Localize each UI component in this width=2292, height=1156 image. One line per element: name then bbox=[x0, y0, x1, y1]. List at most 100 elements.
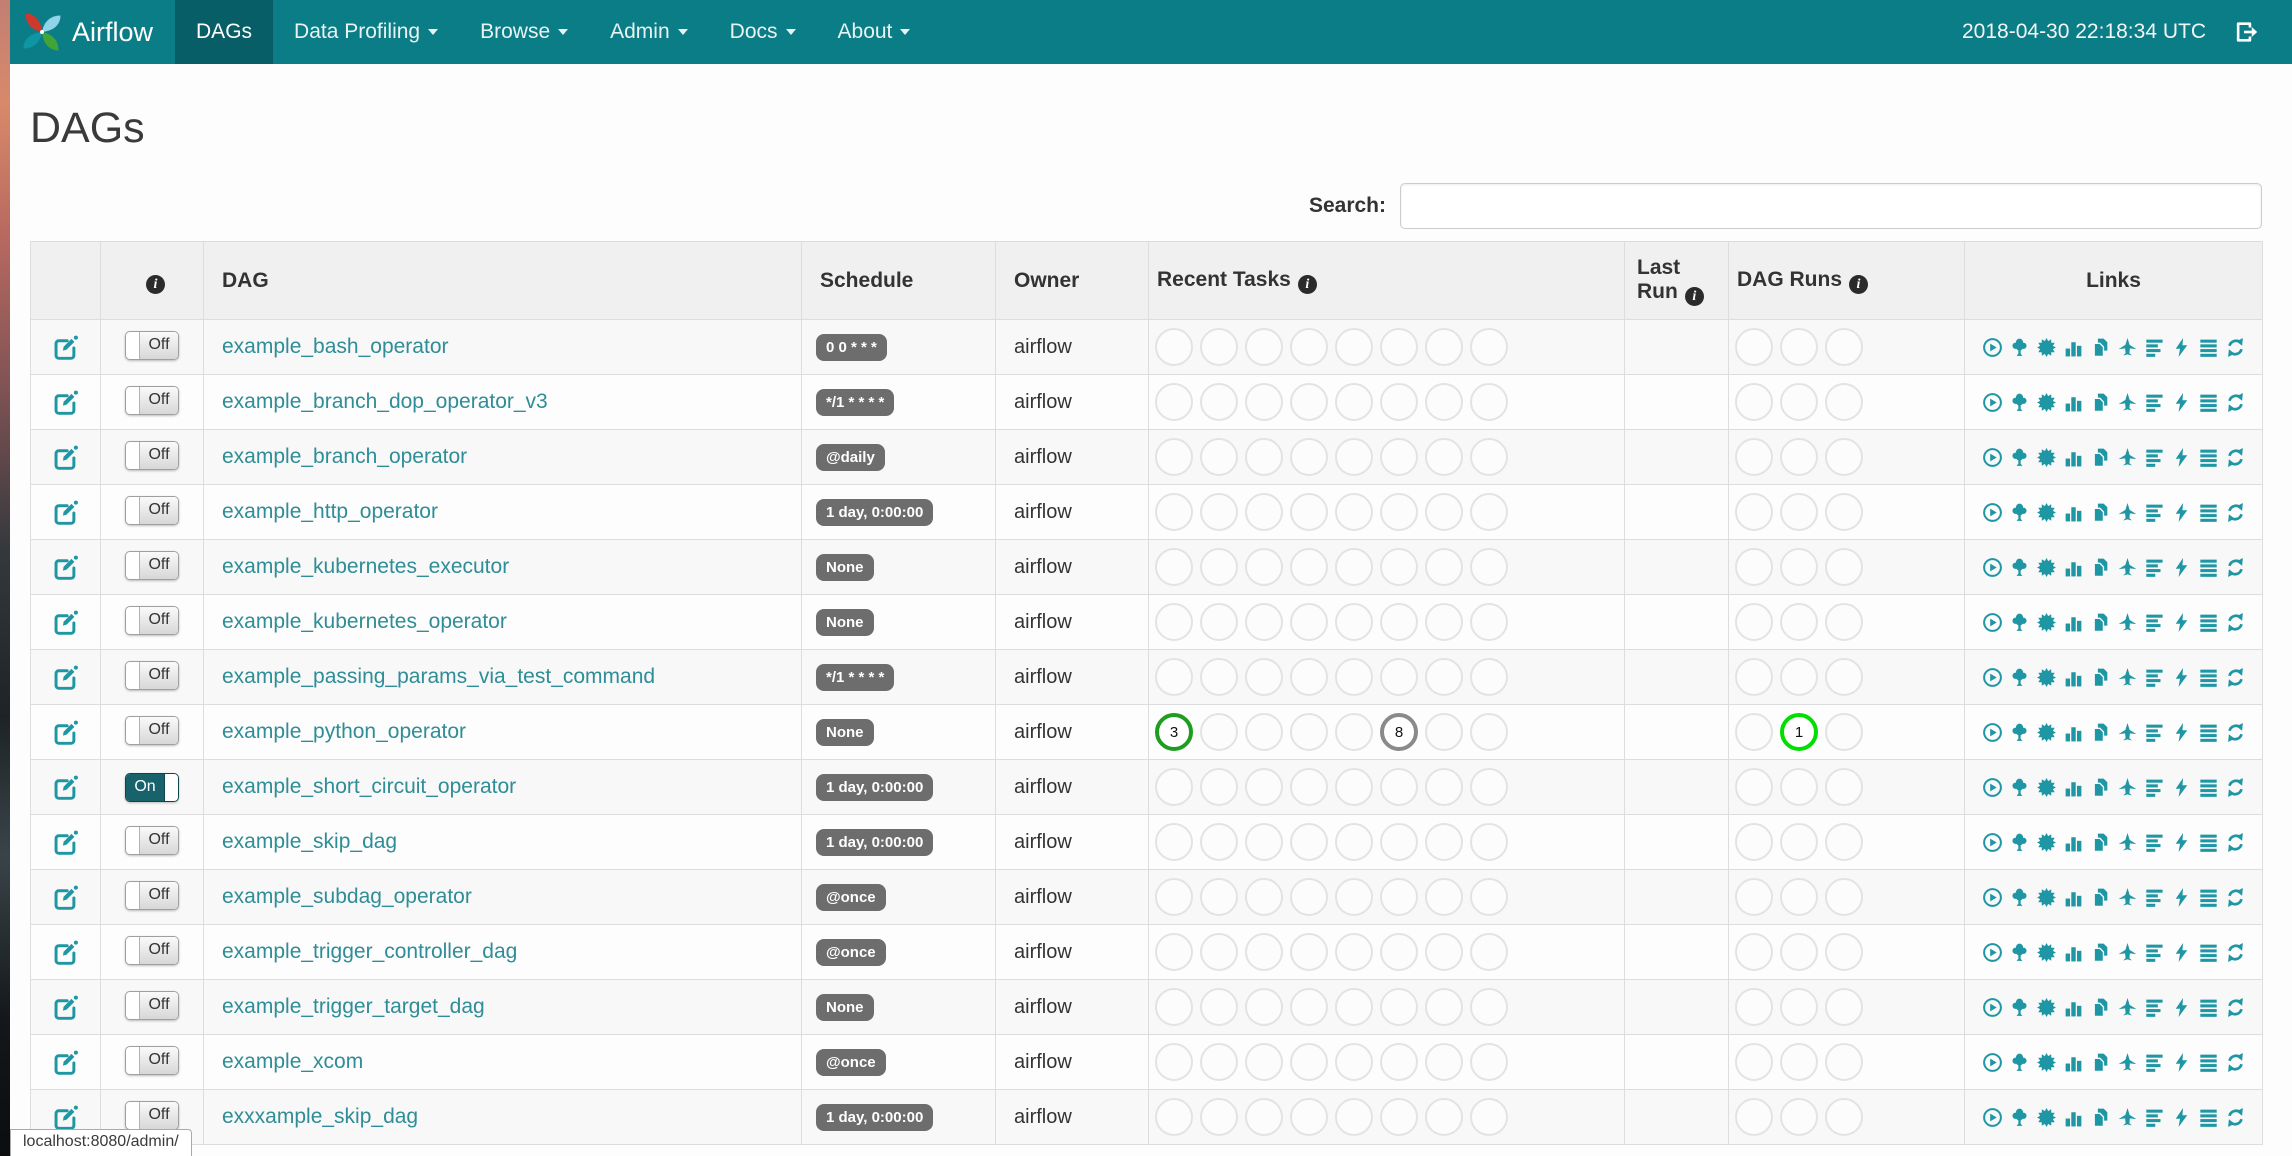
refresh-icon[interactable] bbox=[2225, 447, 2246, 468]
dag-link[interactable]: example_kubernetes_operator bbox=[222, 610, 507, 633]
bar-chart-icon[interactable] bbox=[2063, 997, 2084, 1018]
plane-icon[interactable] bbox=[2117, 612, 2138, 633]
align-justify-icon[interactable] bbox=[2198, 557, 2219, 578]
edit-dag-icon[interactable] bbox=[52, 609, 79, 636]
tree-icon[interactable] bbox=[2009, 777, 2030, 798]
bar-chart-icon[interactable] bbox=[2063, 887, 2084, 908]
refresh-icon[interactable] bbox=[2225, 667, 2246, 688]
refresh-icon[interactable] bbox=[2225, 997, 2246, 1018]
dag-link[interactable]: example_passing_params_via_test_command bbox=[222, 665, 655, 688]
align-justify-icon[interactable] bbox=[2198, 612, 2219, 633]
sunburst-icon[interactable] bbox=[2036, 392, 2057, 413]
sunburst-icon[interactable] bbox=[2036, 997, 2057, 1018]
align-justify-icon[interactable] bbox=[2198, 392, 2219, 413]
dag-link[interactable]: example_kubernetes_executor bbox=[222, 555, 509, 578]
refresh-icon[interactable] bbox=[2225, 1052, 2246, 1073]
play-circle-icon[interactable] bbox=[1982, 777, 2003, 798]
sunburst-icon[interactable] bbox=[2036, 447, 2057, 468]
duplicate-icon[interactable] bbox=[2090, 887, 2111, 908]
align-justify-icon[interactable] bbox=[2198, 667, 2219, 688]
sunburst-icon[interactable] bbox=[2036, 887, 2057, 908]
bolt-icon[interactable] bbox=[2171, 557, 2192, 578]
dag-pause-toggle[interactable]: Off bbox=[125, 825, 179, 855]
refresh-icon[interactable] bbox=[2225, 832, 2246, 853]
align-left-icon[interactable] bbox=[2144, 997, 2165, 1018]
plane-icon[interactable] bbox=[2117, 832, 2138, 853]
duplicate-icon[interactable] bbox=[2090, 612, 2111, 633]
bar-chart-icon[interactable] bbox=[2063, 1107, 2084, 1128]
refresh-icon[interactable] bbox=[2225, 612, 2246, 633]
sunburst-icon[interactable] bbox=[2036, 942, 2057, 963]
sunburst-icon[interactable] bbox=[2036, 337, 2057, 358]
bar-chart-icon[interactable] bbox=[2063, 337, 2084, 358]
tree-icon[interactable] bbox=[2009, 832, 2030, 853]
align-left-icon[interactable] bbox=[2144, 942, 2165, 963]
bar-chart-icon[interactable] bbox=[2063, 722, 2084, 743]
sunburst-icon[interactable] bbox=[2036, 502, 2057, 523]
align-justify-icon[interactable] bbox=[2198, 722, 2219, 743]
sunburst-icon[interactable] bbox=[2036, 722, 2057, 743]
sunburst-icon[interactable] bbox=[2036, 1052, 2057, 1073]
edit-dag-icon[interactable] bbox=[52, 939, 79, 966]
edit-dag-icon[interactable] bbox=[52, 719, 79, 746]
dag-link[interactable]: example_subdag_operator bbox=[222, 885, 472, 908]
plane-icon[interactable] bbox=[2117, 667, 2138, 688]
plane-icon[interactable] bbox=[2117, 722, 2138, 743]
dag-link[interactable]: example_skip_dag bbox=[222, 830, 397, 853]
duplicate-icon[interactable] bbox=[2090, 832, 2111, 853]
align-justify-icon[interactable] bbox=[2198, 942, 2219, 963]
dag-pause-toggle[interactable]: Off bbox=[125, 550, 179, 580]
sunburst-icon[interactable] bbox=[2036, 667, 2057, 688]
dag-link[interactable]: example_python_operator bbox=[222, 720, 466, 743]
bar-chart-icon[interactable] bbox=[2063, 777, 2084, 798]
plane-icon[interactable] bbox=[2117, 392, 2138, 413]
duplicate-icon[interactable] bbox=[2090, 1052, 2111, 1073]
dag-pause-toggle[interactable]: Off bbox=[125, 990, 179, 1020]
dag-pause-toggle[interactable]: Off bbox=[125, 935, 179, 965]
align-justify-icon[interactable] bbox=[2198, 1052, 2219, 1073]
bolt-icon[interactable] bbox=[2171, 1052, 2192, 1073]
plane-icon[interactable] bbox=[2117, 502, 2138, 523]
dag-link[interactable]: example_branch_dop_operator_v3 bbox=[222, 390, 548, 413]
dag-pause-toggle[interactable]: Off bbox=[125, 605, 179, 635]
edit-dag-icon[interactable] bbox=[52, 1104, 79, 1131]
tree-icon[interactable] bbox=[2009, 447, 2030, 468]
align-left-icon[interactable] bbox=[2144, 1107, 2165, 1128]
plane-icon[interactable] bbox=[2117, 942, 2138, 963]
play-circle-icon[interactable] bbox=[1982, 997, 2003, 1018]
tree-icon[interactable] bbox=[2009, 722, 2030, 743]
bolt-icon[interactable] bbox=[2171, 337, 2192, 358]
log-out-icon[interactable] bbox=[2234, 19, 2260, 45]
play-circle-icon[interactable] bbox=[1982, 612, 2003, 633]
dag-pause-toggle[interactable]: Off bbox=[125, 1045, 179, 1075]
edit-dag-icon[interactable] bbox=[52, 774, 79, 801]
align-justify-icon[interactable] bbox=[2198, 997, 2219, 1018]
refresh-icon[interactable] bbox=[2225, 887, 2246, 908]
bar-chart-icon[interactable] bbox=[2063, 667, 2084, 688]
align-justify-icon[interactable] bbox=[2198, 447, 2219, 468]
align-justify-icon[interactable] bbox=[2198, 337, 2219, 358]
task-state-circle[interactable]: 3 bbox=[1155, 713, 1193, 751]
bolt-icon[interactable] bbox=[2171, 942, 2192, 963]
align-left-icon[interactable] bbox=[2144, 777, 2165, 798]
duplicate-icon[interactable] bbox=[2090, 447, 2111, 468]
duplicate-icon[interactable] bbox=[2090, 942, 2111, 963]
edit-dag-icon[interactable] bbox=[52, 994, 79, 1021]
tree-icon[interactable] bbox=[2009, 667, 2030, 688]
play-circle-icon[interactable] bbox=[1982, 1107, 2003, 1128]
sunburst-icon[interactable] bbox=[2036, 612, 2057, 633]
bolt-icon[interactable] bbox=[2171, 887, 2192, 908]
align-justify-icon[interactable] bbox=[2198, 502, 2219, 523]
nav-item-admin[interactable]: Admin bbox=[589, 0, 709, 64]
edit-dag-icon[interactable] bbox=[52, 389, 79, 416]
tree-icon[interactable] bbox=[2009, 942, 2030, 963]
play-circle-icon[interactable] bbox=[1982, 667, 2003, 688]
refresh-icon[interactable] bbox=[2225, 722, 2246, 743]
align-left-icon[interactable] bbox=[2144, 1052, 2165, 1073]
dag-pause-toggle[interactable]: Off bbox=[125, 1100, 179, 1130]
align-left-icon[interactable] bbox=[2144, 502, 2165, 523]
nav-item-browse[interactable]: Browse bbox=[459, 0, 589, 64]
bar-chart-icon[interactable] bbox=[2063, 832, 2084, 853]
edit-dag-icon[interactable] bbox=[52, 444, 79, 471]
dag-link[interactable]: example_xcom bbox=[222, 1050, 363, 1073]
